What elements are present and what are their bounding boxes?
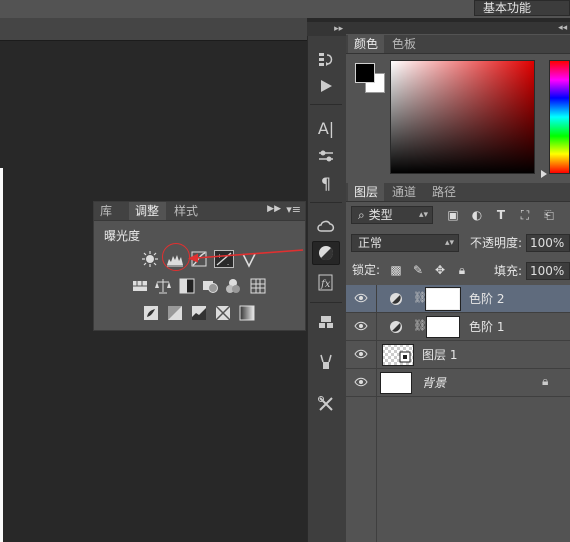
hue-slider[interactable]: [549, 60, 570, 174]
color-picker-field[interactable]: [390, 60, 535, 174]
layer-row-background[interactable]: 背景 🔒︎: [346, 369, 570, 397]
layer-divider: [376, 285, 377, 313]
layer-name[interactable]: 色阶 2: [469, 292, 504, 306]
svg-text:fx: fx: [320, 279, 331, 290]
visibility-eye-icon[interactable]: [354, 377, 368, 387]
hue-slider-thumb-icon[interactable]: [541, 170, 547, 178]
layer-divider: [376, 341, 377, 369]
tab-adjustments[interactable]: 调整: [129, 202, 166, 220]
blend-mode-value: 正常: [358, 236, 383, 250]
tab-swatches[interactable]: 色板: [386, 35, 424, 53]
adjustment-hint-label: 曝光度: [104, 229, 141, 243]
layers-panel-tabbar: 图层 通道 路径: [346, 183, 570, 202]
tools-wrench-icon[interactable]: [312, 392, 340, 416]
filter-shape-icon[interactable]: ⛶: [518, 208, 532, 222]
threshold-icon[interactable]: [191, 305, 207, 321]
opacity-field[interactable]: 100%: [526, 234, 570, 252]
tab-color[interactable]: 颜色: [348, 35, 384, 53]
lock-all-icon[interactable]: 🔒︎: [455, 263, 469, 277]
layer-name[interactable]: 色阶 1: [469, 320, 504, 334]
annotation-arrow: [188, 249, 304, 263]
adjustments-panel: 库 调整 样式 ▶▶ ▾≡ 曝光度 +-: [93, 201, 306, 331]
visibility-eye-icon[interactable]: [354, 321, 368, 331]
dock-collapse-arrows[interactable]: ▸▸: [307, 22, 346, 36]
photo-filter-icon[interactable]: [202, 278, 218, 294]
search-icon: ⌕: [358, 208, 365, 222]
gradient-map-icon[interactable]: [239, 305, 255, 321]
layer-row-levels-1[interactable]: ⛓ 色阶 1: [346, 313, 570, 341]
invert-icon[interactable]: [143, 305, 159, 321]
adjustments-dock-icon[interactable]: [312, 241, 340, 265]
hue-saturation-icon[interactable]: [132, 278, 148, 294]
dock-divider: [310, 104, 342, 105]
layer-thumbnail[interactable]: [380, 372, 412, 394]
layer-name[interactable]: 图层 1: [422, 348, 457, 362]
layer-thumbnail[interactable]: [382, 344, 414, 366]
layer-mask-thumbnail[interactable]: [425, 287, 461, 311]
lock-transparent-icon[interactable]: ▩: [389, 263, 403, 277]
workspace-switcher[interactable]: 基本功能: [474, 0, 570, 16]
visibility-eye-icon[interactable]: [354, 293, 368, 303]
lock-label: 锁定:: [352, 263, 381, 277]
tab-channels[interactable]: 通道: [386, 183, 424, 201]
actions-play-icon[interactable]: [312, 74, 340, 98]
fill-label: 填充:: [494, 264, 523, 278]
blend-mode-dropdown[interactable]: 正常 ▴▾: [351, 234, 459, 252]
color-panel-tabbar: 颜色 色板: [346, 35, 570, 54]
tool-presets-icon[interactable]: [312, 350, 340, 374]
paragraph-icon[interactable]: ¶: [312, 171, 340, 195]
layer-divider: [376, 369, 377, 397]
layer-filter-value: 类型: [368, 208, 393, 222]
brush-settings-icon[interactable]: [312, 144, 340, 168]
tab-styles[interactable]: 样式: [168, 202, 206, 220]
lock-position-icon[interactable]: ✥: [433, 263, 447, 277]
filter-smart-object-icon[interactable]: ⎗: [542, 208, 556, 222]
tab-layers[interactable]: 图层: [348, 183, 384, 201]
panel-menu-icon[interactable]: ▾≡: [286, 203, 301, 216]
adjustments-tabbar: 库 调整 样式 ▶▶ ▾≡: [94, 202, 305, 221]
dock-divider: [310, 302, 342, 303]
opacity-label: 不透明度:: [470, 236, 523, 250]
foreground-color-swatch[interactable]: [355, 63, 375, 83]
black-white-icon[interactable]: [179, 278, 195, 294]
color-lookup-icon[interactable]: [250, 278, 266, 294]
panels-collapse-arrows[interactable]: ◂◂: [346, 22, 570, 34]
filter-type-icon[interactable]: T: [494, 208, 508, 222]
tab-library[interactable]: 库: [94, 202, 127, 220]
layer-divider: [376, 313, 377, 341]
posterize-icon[interactable]: [167, 305, 183, 321]
fill-field[interactable]: 100%: [526, 262, 570, 280]
link-chain-icon[interactable]: ⛓: [413, 319, 427, 332]
lock-brush-icon[interactable]: ✎: [411, 263, 425, 277]
adjustment-layer-icon: [390, 293, 402, 305]
layer-row-levels-2[interactable]: ⛓ 色阶 2: [346, 285, 570, 313]
brightness-contrast-icon[interactable]: [142, 251, 158, 267]
link-chain-icon[interactable]: ⛓: [413, 291, 427, 304]
layer-filter-dropdown[interactable]: ⌕ 类型 ▴▾: [351, 206, 433, 224]
chevron-updown-icon: ▴▾: [444, 238, 454, 248]
styles-fx-icon[interactable]: fx: [312, 271, 340, 295]
creative-cloud-icon[interactable]: [312, 214, 340, 238]
layer-row-layer-1[interactable]: 图层 1: [346, 341, 570, 369]
dock-divider: [310, 202, 342, 203]
filter-adjustment-icon[interactable]: ◐: [470, 208, 484, 222]
color-balance-icon[interactable]: [155, 278, 171, 294]
adjustment-layer-icon: [390, 321, 402, 333]
filter-pixel-icon[interactable]: ▣: [446, 208, 460, 222]
panel-expand-icon[interactable]: ▶▶: [267, 204, 281, 214]
character-icon[interactable]: A|: [312, 116, 340, 140]
document-canvas-edge: [0, 168, 3, 542]
history-icon[interactable]: [312, 48, 340, 72]
lock-icon: 🔒︎: [542, 374, 549, 388]
layer-name[interactable]: 背景: [422, 376, 446, 390]
3d-layers-icon[interactable]: [312, 310, 340, 334]
chevron-updown-icon: ▴▾: [418, 210, 428, 220]
layer-divider: [376, 397, 377, 542]
tab-paths[interactable]: 路径: [426, 183, 464, 201]
document-tab-bar: [0, 18, 307, 41]
selective-color-icon[interactable]: [215, 305, 231, 321]
visibility-eye-icon[interactable]: [354, 349, 368, 359]
channel-mixer-icon[interactable]: [225, 278, 241, 294]
layer-mask-thumbnail[interactable]: [426, 316, 460, 338]
